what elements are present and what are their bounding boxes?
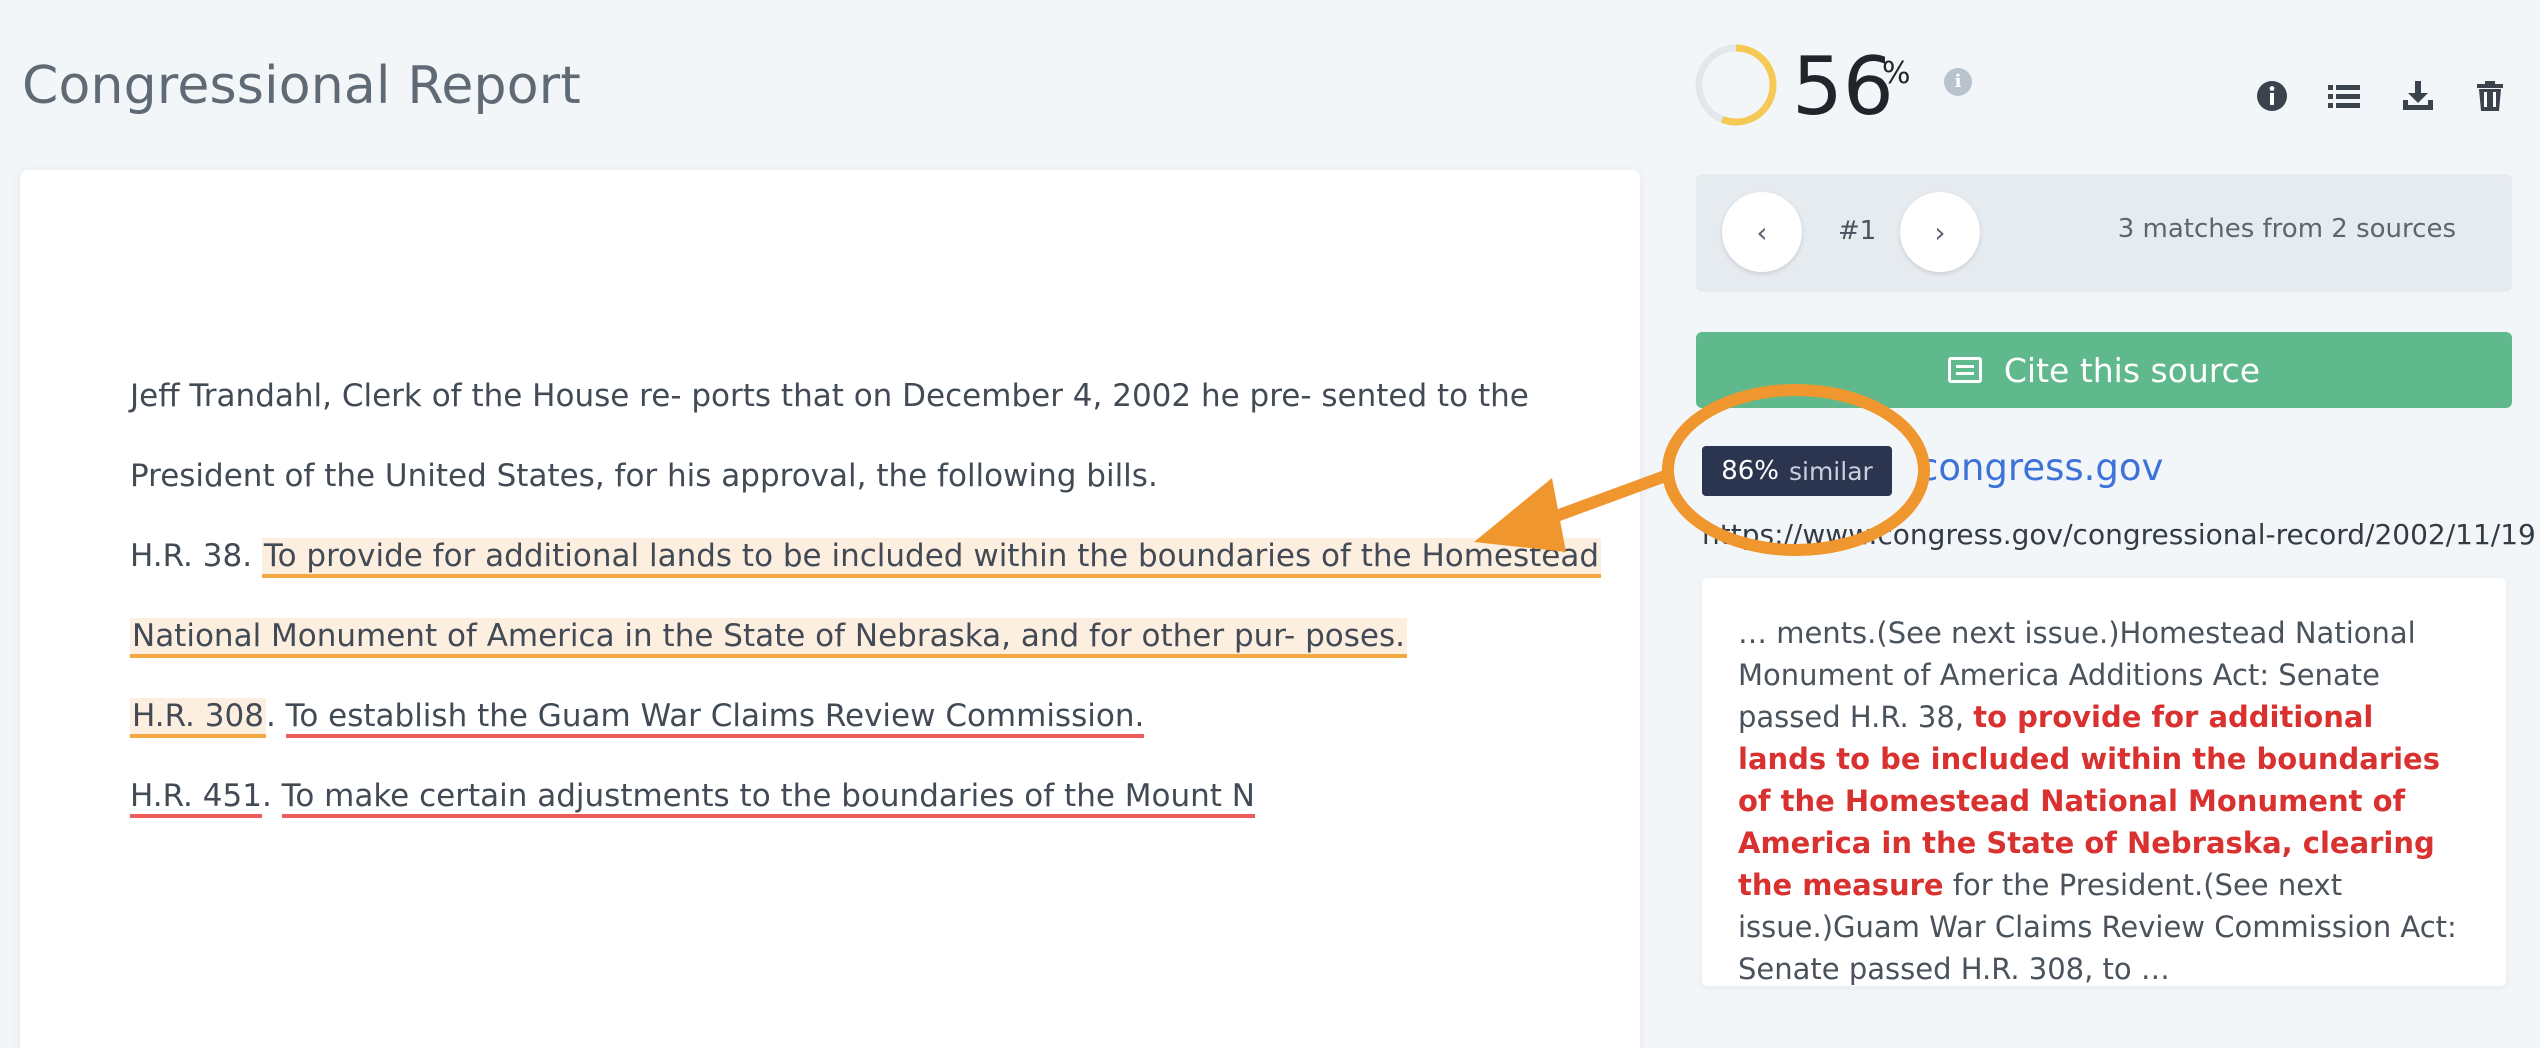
match-highlight[interactable]: H.R. 308 (130, 698, 266, 738)
score-ring (1695, 44, 1777, 126)
cite-button-label: Cite this source (2003, 350, 2261, 390)
match-underline[interactable]: H.R. 451 (130, 778, 262, 818)
similarity-badge: 86% similar (1702, 446, 1892, 496)
match-navigation: ‹ #1 › 3 matches from 2 sources (1696, 174, 2512, 292)
download-icon[interactable] (2400, 78, 2436, 114)
similarity-score: 56 (1792, 40, 1894, 133)
doc-text: Jeff Trandahl, Clerk of the House re- po… (130, 378, 1529, 414)
list-icon[interactable] (2326, 78, 2362, 114)
document-panel: Jeff Trandahl, Clerk of the House re- po… (20, 170, 1640, 1048)
source-domain-link[interactable]: congress.gov (1918, 446, 2163, 489)
doc-text: . (261, 778, 282, 814)
match-underline[interactable]: To establish the Guam War Claims Review … (285, 698, 1145, 738)
match-index: #1 (1838, 216, 1877, 246)
source-url[interactable]: https://www.congress.gov/congressional-r… (1702, 518, 2536, 551)
similarity-label: similar (1788, 456, 1873, 486)
score-info-icon[interactable]: i (1944, 68, 1972, 96)
source-excerpt: … ments.(See next issue.)Homestead Natio… (1702, 578, 2506, 986)
doc-line: National Monument of America in the Stat… (130, 610, 1407, 662)
next-match-button[interactable]: › (1900, 192, 1980, 272)
chevron-right-icon: › (1934, 215, 1946, 249)
match-highlight[interactable]: National Monument of America in the Stat… (130, 618, 1407, 658)
score-unit: % (1882, 56, 1911, 91)
matches-summary: 3 matches from 2 sources (2117, 214, 2456, 244)
cite-source-button[interactable]: Cite this source (1696, 332, 2512, 408)
page-title: Congressional Report (22, 56, 581, 116)
similarity-value: 86% (1721, 456, 1779, 486)
match-underline[interactable]: To make certain adjustments to the bound… (281, 778, 1255, 818)
report-toolbar (2254, 78, 2514, 114)
chevron-left-icon: ‹ (1756, 215, 1768, 249)
app-root: Congressional Report Jeff Trandahl, Cler… (0, 0, 2540, 1048)
citation-icon (1947, 357, 1982, 383)
doc-line: H.R. 308. To establish the Guam War Clai… (130, 690, 1145, 742)
trash-icon[interactable] (2472, 78, 2508, 114)
doc-line: H.R. 451. To make certain adjustments to… (130, 770, 1255, 822)
doc-line: President of the United States, for his … (130, 450, 1158, 502)
previous-match-button[interactable]: ‹ (1722, 192, 1802, 272)
info-icon[interactable] (2254, 78, 2290, 114)
match-highlight[interactable]: To provide for additional lands to be in… (261, 538, 1602, 578)
doc-text: . (265, 698, 286, 734)
doc-text: President of the United States, for his … (130, 458, 1158, 494)
doc-line: H.R. 38. To provide for additional lands… (130, 530, 1602, 582)
doc-line: Jeff Trandahl, Clerk of the House re- po… (130, 370, 1529, 422)
doc-text: H.R. 38. (130, 538, 262, 574)
